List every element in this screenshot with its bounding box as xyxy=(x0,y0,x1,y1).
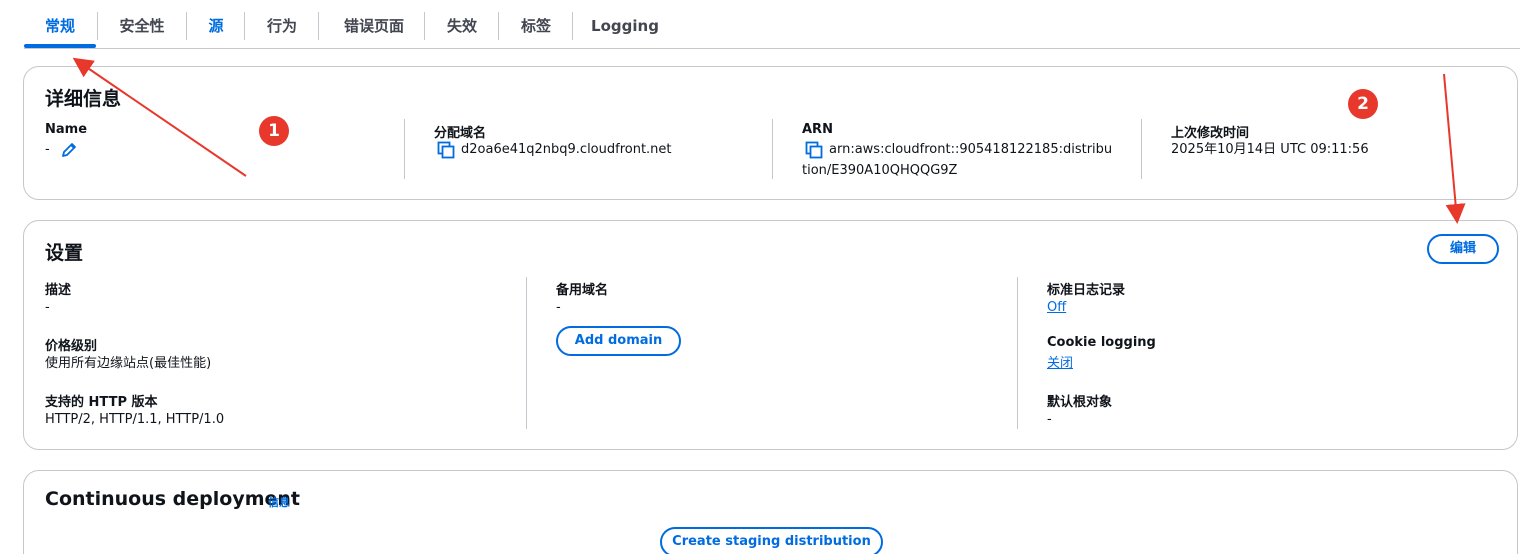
description-value: - xyxy=(45,300,50,315)
arn-label: ARN xyxy=(802,122,833,137)
add-domain-button[interactable]: Add domain xyxy=(556,326,681,356)
tab-tags[interactable]: 标签 xyxy=(506,14,566,38)
http-version-label: 支持的 HTTP 版本 xyxy=(45,395,158,410)
tab-security[interactable]: 安全性 xyxy=(104,14,180,38)
tab-bar: 常规 安全性 源 行为 错误页面 失效 标签 Logging xyxy=(24,0,1520,49)
pencil-icon[interactable] xyxy=(61,142,77,158)
annotation-badge-2: 2 xyxy=(1348,89,1378,119)
annotation-badge-1: 1 xyxy=(259,116,289,146)
info-link[interactable]: 信息 xyxy=(268,494,290,510)
standard-logging-link[interactable]: Off xyxy=(1047,297,1066,318)
edit-button[interactable]: 编辑 xyxy=(1427,234,1499,264)
default-root-object-label: 默认根对象 xyxy=(1047,395,1113,410)
price-class-label: 价格级别 xyxy=(45,339,98,354)
column-divider xyxy=(1017,277,1018,429)
name-value: - xyxy=(45,142,50,157)
create-staging-distribution-button[interactable]: Create staging distribution xyxy=(660,527,883,554)
tab-divider xyxy=(572,12,573,40)
settings-card: 设置 编辑 描述 - 价格级别 使用所有边缘站点(最佳性能) 支持的 HTTP … xyxy=(23,220,1518,450)
tab-logging[interactable]: Logging xyxy=(584,14,666,38)
tab-divider xyxy=(186,12,187,40)
column-divider xyxy=(772,119,773,179)
tab-divider xyxy=(498,12,499,40)
alt-domain-value: - xyxy=(556,300,561,315)
column-divider xyxy=(404,119,405,179)
arn-value-line2: tion/E390A10QHQQG9Z xyxy=(802,163,958,178)
http-version-value: HTTP/2, HTTP/1.1, HTTP/1.0 xyxy=(45,412,225,427)
description-label: 描述 xyxy=(45,283,72,298)
continuous-deployment-card: Continuous deployment 信息 Create staging … xyxy=(23,470,1518,554)
default-root-object-value: - xyxy=(1047,412,1052,427)
standard-logging-label: 标准日志记录 xyxy=(1047,283,1126,298)
price-class-value: 使用所有边缘站点(最佳性能) xyxy=(45,356,212,371)
settings-title: 设置 xyxy=(45,242,84,264)
details-title: 详细信息 xyxy=(45,88,122,110)
details-card: 详细信息 Name - 分配域名 d2oa6e41q2nbq9.cloudfro… xyxy=(23,66,1518,200)
modified-value: 2025年10月14日 UTC 09:11:56 xyxy=(1171,142,1369,157)
column-divider xyxy=(1141,119,1142,179)
copy-icon[interactable] xyxy=(805,141,823,159)
cookie-logging-label: Cookie logging xyxy=(1047,335,1156,350)
cookie-logging-link[interactable]: 关闭 xyxy=(1047,353,1073,374)
tab-divider xyxy=(318,12,319,40)
tab-general[interactable]: 常规 xyxy=(24,14,96,38)
tab-divider xyxy=(424,12,425,40)
name-label: Name xyxy=(45,122,88,137)
arn-value-line1: arn:aws:cloudfront::905418122185:distrib… xyxy=(829,142,1113,157)
continuous-deployment-title: Continuous deployment xyxy=(45,488,301,510)
tab-invalidations[interactable]: 失效 xyxy=(432,14,492,38)
domain-value: d2oa6e41q2nbq9.cloudfront.net xyxy=(461,142,672,157)
tab-divider xyxy=(244,12,245,40)
tab-origins[interactable]: 源 xyxy=(194,14,238,38)
copy-icon[interactable] xyxy=(437,141,455,159)
tab-error-pages[interactable]: 错误页面 xyxy=(326,14,422,38)
tab-divider xyxy=(97,12,98,40)
active-tab-indicator xyxy=(24,44,96,48)
alt-domain-label: 备用域名 xyxy=(556,283,609,298)
column-divider xyxy=(526,277,527,429)
tab-behaviors[interactable]: 行为 xyxy=(252,14,312,38)
